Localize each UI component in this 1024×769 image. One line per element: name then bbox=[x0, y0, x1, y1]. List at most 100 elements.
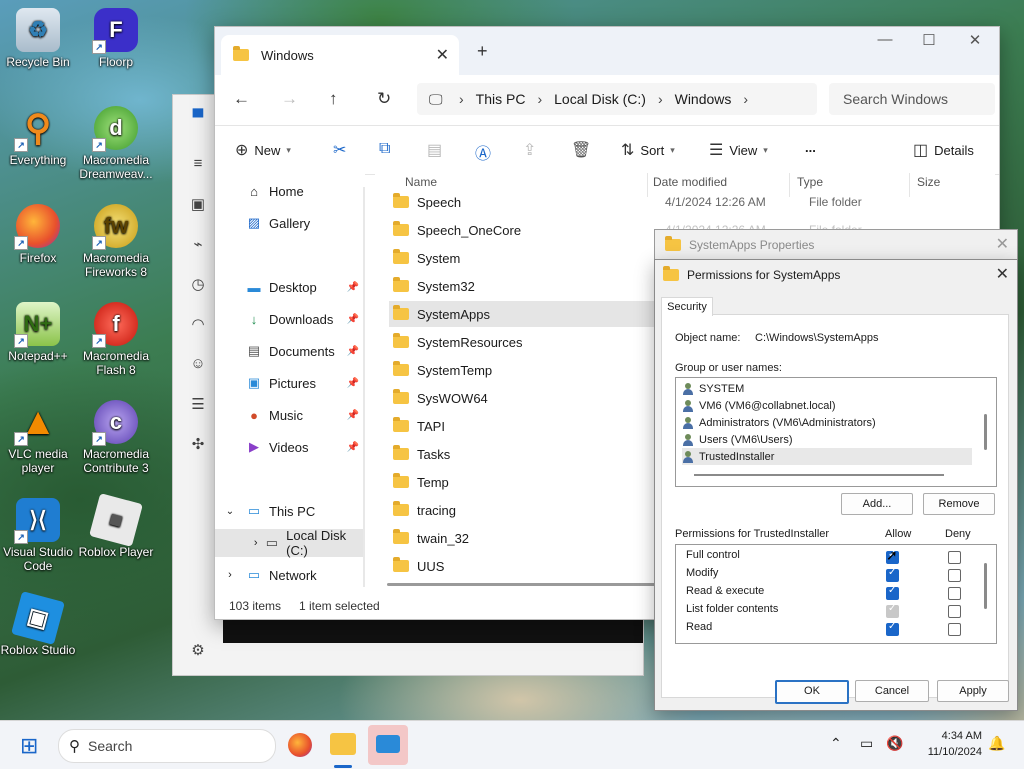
delete-button[interactable]: 🗑 bbox=[571, 140, 591, 160]
allow-checkbox[interactable] bbox=[886, 567, 899, 582]
copy-button[interactable]: ⧉ bbox=[379, 140, 390, 158]
pane-splitter[interactable] bbox=[363, 187, 365, 587]
vlc-shortcut[interactable]: ▲ ↗ VLC media player bbox=[0, 400, 76, 475]
user-item[interactable]: Administrators (VM6\Administrators) bbox=[682, 414, 972, 431]
details-button[interactable]: ◫ Details bbox=[913, 140, 974, 160]
horizontal-scrollbar[interactable] bbox=[387, 583, 657, 586]
breadcrumb-local-disk[interactable]: Local Disk (C:) bbox=[554, 91, 646, 107]
nav-gallery[interactable]: ▨ Gallery bbox=[215, 209, 365, 237]
flash-shortcut[interactable]: f ↗ Macromedia Flash 8 bbox=[78, 302, 154, 377]
clock-time[interactable]: 4:34 AM bbox=[920, 730, 982, 742]
file-row[interactable]: Speech 4/1/2024 12:26 AM File folder bbox=[389, 189, 889, 215]
view-button[interactable]: ☰ View ▾ bbox=[709, 140, 768, 160]
speed-icon[interactable]: ◠ bbox=[189, 315, 207, 333]
nav-network[interactable]: › ▭ Network bbox=[215, 561, 365, 589]
settings-gear-icon[interactable]: ⚙ bbox=[189, 641, 207, 659]
file-explorer-taskbar-icon[interactable] bbox=[330, 733, 356, 755]
history-icon[interactable]: ◷ bbox=[189, 275, 207, 293]
deny-checkbox[interactable] bbox=[948, 551, 961, 564]
nav-music[interactable]: ● Music 📌 bbox=[215, 401, 365, 429]
column-name[interactable]: Name bbox=[405, 175, 437, 189]
firefox-taskbar-icon[interactable] bbox=[288, 733, 312, 757]
notepadpp-shortcut[interactable]: N+ ↗ Notepad++ bbox=[0, 302, 76, 363]
volume-muted-icon[interactable]: 🔇 bbox=[886, 735, 903, 752]
active-app-taskbar-button[interactable] bbox=[368, 725, 408, 765]
recycle-bin-shortcut[interactable]: ♻ Recycle Bin bbox=[0, 8, 76, 69]
allow-checkbox[interactable] bbox=[886, 621, 899, 636]
refresh-button[interactable]: ↻ bbox=[377, 89, 391, 109]
search-input[interactable]: Search Windows bbox=[829, 83, 995, 115]
new-tab-button[interactable]: + bbox=[477, 41, 488, 62]
nav-local-disk[interactable]: › ▭ Local Disk (C:) bbox=[215, 528, 365, 558]
rename-button[interactable]: Ⓐ bbox=[475, 140, 491, 164]
allow-checkbox[interactable] bbox=[886, 585, 899, 600]
back-button[interactable]: ← bbox=[233, 89, 250, 109]
everything-shortcut[interactable]: ⚲ ↗ Everything bbox=[0, 106, 76, 168]
breadcrumb-windows[interactable]: Windows bbox=[675, 91, 732, 107]
column-date[interactable]: Date modified bbox=[653, 175, 727, 189]
nav-documents[interactable]: ▤ Documents 📌 bbox=[215, 337, 365, 365]
start-windows-icon[interactable]: ⊞ bbox=[20, 733, 38, 759]
deny-checkbox[interactable] bbox=[948, 623, 961, 636]
up-button[interactable]: ↑ bbox=[329, 89, 338, 109]
add-button[interactable]: Add... bbox=[841, 493, 913, 515]
roblox-studio-shortcut[interactable]: ▣ Roblox Studio bbox=[0, 591, 76, 657]
layout-icon[interactable]: ▣ bbox=[189, 195, 207, 213]
paste-button[interactable]: ▤ bbox=[427, 140, 442, 160]
apply-button[interactable]: Apply bbox=[937, 680, 1009, 702]
user-item[interactable]: VM6 (VM6@collabnet.local) bbox=[682, 397, 972, 414]
notification-bell-icon[interactable]: 🔔 bbox=[988, 735, 1005, 752]
tab-security[interactable]: Security bbox=[661, 297, 713, 316]
monitor-icon[interactable]: ▭ bbox=[860, 735, 873, 752]
close-icon[interactable]: ✕ bbox=[996, 234, 1009, 254]
contribute-shortcut[interactable]: c ↗ Macromedia Contribute 3 bbox=[78, 400, 154, 475]
user-item-selected[interactable]: TrustedInstaller bbox=[682, 448, 972, 465]
nav-this-pc[interactable]: ⌄ ▭ This PC bbox=[215, 497, 365, 525]
deny-checkbox[interactable] bbox=[948, 569, 961, 582]
vscode-shortcut[interactable]: ⟩⟨ ↗ Visual Studio Code bbox=[0, 498, 76, 573]
remove-button[interactable]: Remove bbox=[923, 493, 995, 515]
hamburger-icon[interactable]: ≡ bbox=[189, 155, 207, 173]
nav-pictures[interactable]: ▣ Pictures 📌 bbox=[215, 369, 365, 397]
tab-windows[interactable]: Windows ✕ bbox=[221, 35, 459, 75]
user-item[interactable]: Users (VM6\Users) bbox=[682, 431, 972, 448]
dreamweaver-shortcut[interactable]: d ↗ Macromedia Dreamweav... bbox=[78, 106, 154, 181]
sort-button[interactable]: ⇅ Sort ▾ bbox=[621, 140, 675, 160]
nav-videos[interactable]: ▶ Videos 📌 bbox=[215, 433, 365, 461]
address-bar[interactable]: 🖵 › This PC › Local Disk (C:) › Windows … bbox=[417, 83, 817, 115]
deny-checkbox[interactable] bbox=[948, 605, 961, 618]
cut-button[interactable]: ✂ bbox=[333, 140, 346, 160]
nav-home[interactable]: ⌂ Home bbox=[215, 177, 365, 205]
fireworks-shortcut[interactable]: fw ↗ Macromedia Fireworks 8 bbox=[78, 204, 154, 279]
minimize-button[interactable]: — bbox=[865, 31, 905, 48]
more-options-button[interactable]: ... bbox=[805, 140, 816, 155]
firefox-shortcut[interactable]: ↗ Firefox bbox=[0, 204, 76, 265]
list-icon[interactable]: ☰ bbox=[189, 395, 207, 413]
allow-checkbox[interactable] bbox=[886, 603, 899, 618]
share-button[interactable]: ⇪ bbox=[523, 140, 536, 160]
new-button[interactable]: ⊕ New ▾ bbox=[235, 140, 291, 160]
user-item[interactable]: SYSTEM bbox=[682, 380, 972, 397]
horizontal-scrollbar[interactable] bbox=[694, 474, 944, 476]
column-size[interactable]: Size bbox=[917, 175, 940, 189]
nav-downloads[interactable]: ↓ Downloads 📌 bbox=[215, 305, 365, 333]
vertical-scrollbar[interactable] bbox=[984, 414, 987, 450]
taskbar-search[interactable]: ⚲ Search bbox=[58, 729, 276, 763]
ok-button[interactable]: OK bbox=[775, 680, 849, 704]
cancel-button[interactable]: Cancel bbox=[855, 680, 929, 702]
deny-checkbox[interactable] bbox=[948, 587, 961, 600]
forward-button[interactable]: → bbox=[281, 89, 298, 109]
roblox-player-shortcut[interactable]: ■ Roblox Player bbox=[78, 493, 154, 559]
column-type[interactable]: Type bbox=[797, 175, 823, 189]
floorp-shortcut[interactable]: F ↗ Floorp bbox=[78, 8, 154, 69]
vertical-scrollbar[interactable] bbox=[984, 563, 987, 609]
close-tab-icon[interactable]: ✕ bbox=[436, 45, 449, 65]
nav-desktop[interactable]: ▬ Desktop 📌 bbox=[215, 273, 365, 301]
activity-icon[interactable]: ⌁ bbox=[189, 235, 207, 253]
puzzle-icon[interactable]: ✣ bbox=[189, 435, 207, 453]
close-window-button[interactable]: ✕ bbox=[955, 31, 995, 49]
maximize-button[interactable]: ☐ bbox=[909, 31, 949, 49]
clock-date[interactable]: 11/10/2024 bbox=[912, 746, 982, 758]
chevron-up-icon[interactable]: ⌃ bbox=[830, 735, 842, 752]
breadcrumb-this-pc[interactable]: This PC bbox=[476, 91, 526, 107]
